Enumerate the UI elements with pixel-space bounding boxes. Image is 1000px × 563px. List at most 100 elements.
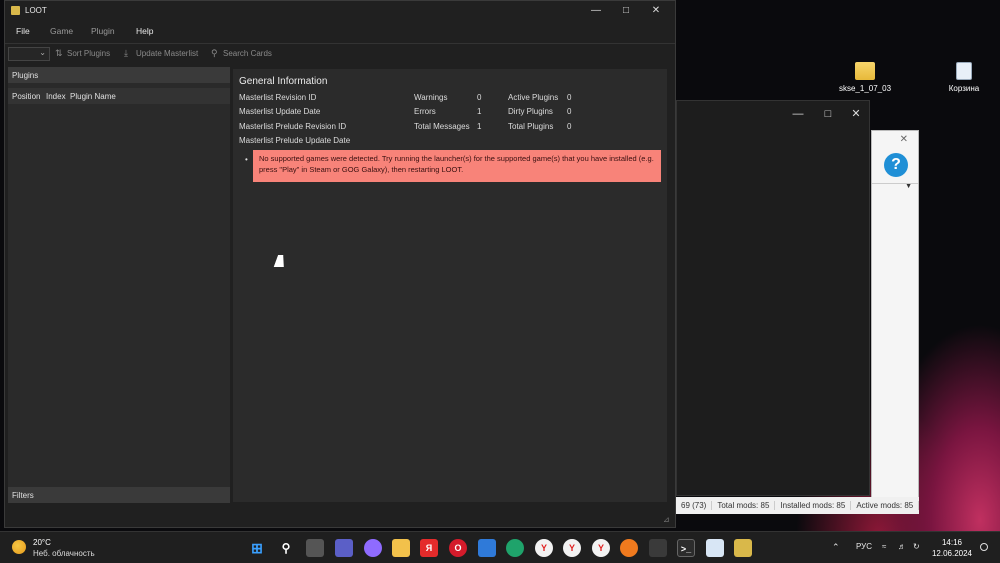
weather-temperature: 20°C — [33, 538, 51, 547]
opera-icon[interactable]: O — [449, 539, 467, 557]
search-icon[interactable]: ⚲ — [277, 539, 295, 557]
total-messages-value: 1 — [477, 122, 482, 131]
sort-icon: ⇅ — [55, 48, 63, 58]
terminal-icon[interactable]: >_ — [677, 539, 695, 557]
update-masterlist-button[interactable]: ⤓ Update Masterlist — [124, 48, 198, 59]
window-app-icon[interactable] — [706, 539, 724, 557]
game-select[interactable]: ⌄ — [8, 47, 50, 61]
dirty-plugins-label: Dirty Plugins — [508, 107, 553, 116]
yandex-icon[interactable]: Y — [592, 539, 610, 557]
window-title: LOOT — [25, 6, 47, 15]
help-icon[interactable]: ? — [884, 153, 908, 177]
desktop-icon-recycle-bin[interactable]: Корзина — [934, 62, 994, 93]
filters-header[interactable]: Filters — [8, 487, 230, 503]
wifi-icon[interactable]: ≈ — [882, 542, 886, 551]
close-icon[interactable]: ✕ — [641, 1, 671, 21]
minimize-icon[interactable]: — — [581, 1, 611, 21]
resize-grip-icon[interactable]: ⊿ — [663, 515, 673, 525]
chevron-down-icon: ⌄ — [39, 48, 46, 57]
menu-game[interactable]: Game — [50, 26, 73, 36]
task-view-icon[interactable] — [306, 539, 324, 557]
maximize-icon[interactable]: □ — [813, 101, 843, 127]
app-icon[interactable] — [620, 539, 638, 557]
background-window: — □ ✕ — [676, 100, 870, 496]
chevron-down-icon[interactable]: ▼ — [905, 183, 912, 190]
teams-icon[interactable] — [335, 539, 353, 557]
menu-file[interactable]: File — [16, 26, 30, 36]
message-bullet: • — [245, 155, 248, 164]
plugins-header[interactable]: Plugins — [8, 67, 230, 83]
volume-icon[interactable]: ♬ — [898, 542, 906, 551]
yandex-browser-icon[interactable]: Я — [420, 539, 438, 557]
update-masterlist-label: Update Masterlist — [136, 49, 199, 58]
language-indicator[interactable]: РУС — [856, 542, 872, 551]
desktop-icon-label: skse_1_07_03 — [838, 84, 892, 93]
errors-label: Errors — [414, 107, 436, 116]
start-icon[interactable]: ⊞ — [248, 539, 266, 557]
yandex-icon[interactable]: Y — [535, 539, 553, 557]
total-plugins-label: Total Plugins — [508, 122, 554, 131]
desktop-icon-skse[interactable]: skse_1_07_03 — [835, 62, 895, 93]
download-icon: ⤓ — [124, 48, 128, 58]
minimize-icon[interactable]: — — [783, 101, 813, 127]
desktop-icon-label: Корзина — [948, 84, 980, 93]
status-count: 69 (73) — [676, 501, 713, 510]
status-total-mods: Total mods: 85 — [712, 501, 776, 510]
total-plugins-value: 0 — [567, 122, 572, 131]
chevron-up-icon[interactable]: ⌃ — [832, 542, 840, 553]
file-explorer-icon[interactable] — [392, 539, 410, 557]
weather-condition: Неб. облачность — [33, 549, 95, 558]
search-cards-label: Search Cards — [223, 49, 272, 58]
recycle-bin-icon — [956, 62, 972, 80]
prelude-update-label: Masterlist Prelude Update Date — [239, 136, 351, 145]
menu-plugin[interactable]: Plugin — [91, 26, 115, 36]
warnings-label: Warnings — [414, 93, 448, 102]
masterlist-update-label: Masterlist Update Date — [239, 107, 321, 116]
active-plugins-value: 0 — [567, 93, 572, 102]
toolbar: ⌄ ⇅ Sort Plugins ⤓ Update Masterlist ⚲ Sear… — [5, 43, 675, 63]
yandex-icon[interactable]: Y — [563, 539, 581, 557]
loot-app-icon — [11, 6, 20, 15]
system-clock[interactable]: 14:16 12.06.2024 — [932, 537, 972, 559]
general-information-title: General Information — [239, 76, 328, 87]
column-index[interactable]: Index — [46, 92, 66, 101]
alice-icon[interactable] — [364, 539, 382, 557]
dirty-plugins-value: 0 — [567, 107, 572, 116]
close-icon[interactable]: ✕ — [900, 134, 908, 145]
sync-icon[interactable]: ↻ — [913, 542, 920, 551]
column-plugin-name[interactable]: Plugin Name — [70, 92, 116, 101]
clock-time: 14:16 — [941, 538, 962, 547]
status-installed-mods: Installed mods: 85 — [775, 501, 852, 510]
sort-plugins-button[interactable]: ⇅ Sort Plugins — [55, 48, 110, 59]
weather-icon — [12, 540, 26, 554]
menu-bar: File Game Plugin Help — [5, 21, 675, 41]
warnings-value: 0 — [477, 93, 482, 102]
errors-value: 1 — [477, 107, 482, 116]
folder-icon — [855, 62, 875, 80]
sort-plugins-label: Sort Plugins — [67, 49, 111, 58]
taskbar: 20°C Неб. облачность ⊞ ⚲ Я O Y Y Y >_ ⌃ … — [0, 531, 1000, 563]
background-window-titlebar[interactable]: — □ ✕ — [677, 101, 869, 127]
menu-help[interactable]: Help — [136, 26, 153, 36]
masterlist-revision-label: Masterlist Revision ID — [239, 93, 317, 102]
loot-taskbar-icon[interactable] — [734, 539, 752, 557]
prelude-revision-label: Masterlist Prelude Revision ID — [239, 122, 347, 131]
status-active-mods: Active mods: 85 — [851, 501, 920, 510]
column-position[interactable]: Position — [12, 92, 40, 101]
mail-icon[interactable] — [478, 539, 496, 557]
active-plugins-label: Active Plugins — [508, 93, 559, 102]
clock-date: 12.06.2024 — [931, 549, 972, 558]
total-messages-label: Total Messages — [414, 122, 470, 131]
search-icon: ⚲ — [211, 48, 218, 58]
edge-icon[interactable] — [506, 539, 524, 557]
plugins-panel: Plugins Position Index Plugin Name — [8, 67, 230, 502]
loot-window: LOOT — □ ✕ File Game Plugin Help ⌄ ⇅ Sort… — [4, 0, 676, 528]
notification-icon[interactable] — [980, 543, 988, 551]
search-cards-button[interactable]: ⚲ Search Cards — [211, 48, 272, 59]
background-status-bar: 69 (73) Total mods: 85 Installed mods: 8… — [676, 497, 920, 514]
mod-organizer-icon[interactable] — [649, 539, 667, 557]
plugin-table-header: Position Index Plugin Name — [8, 88, 230, 104]
maximize-icon[interactable]: □ — [611, 1, 641, 21]
close-icon[interactable]: ✕ — [841, 101, 871, 127]
loot-titlebar[interactable]: LOOT — □ ✕ — [5, 1, 675, 21]
